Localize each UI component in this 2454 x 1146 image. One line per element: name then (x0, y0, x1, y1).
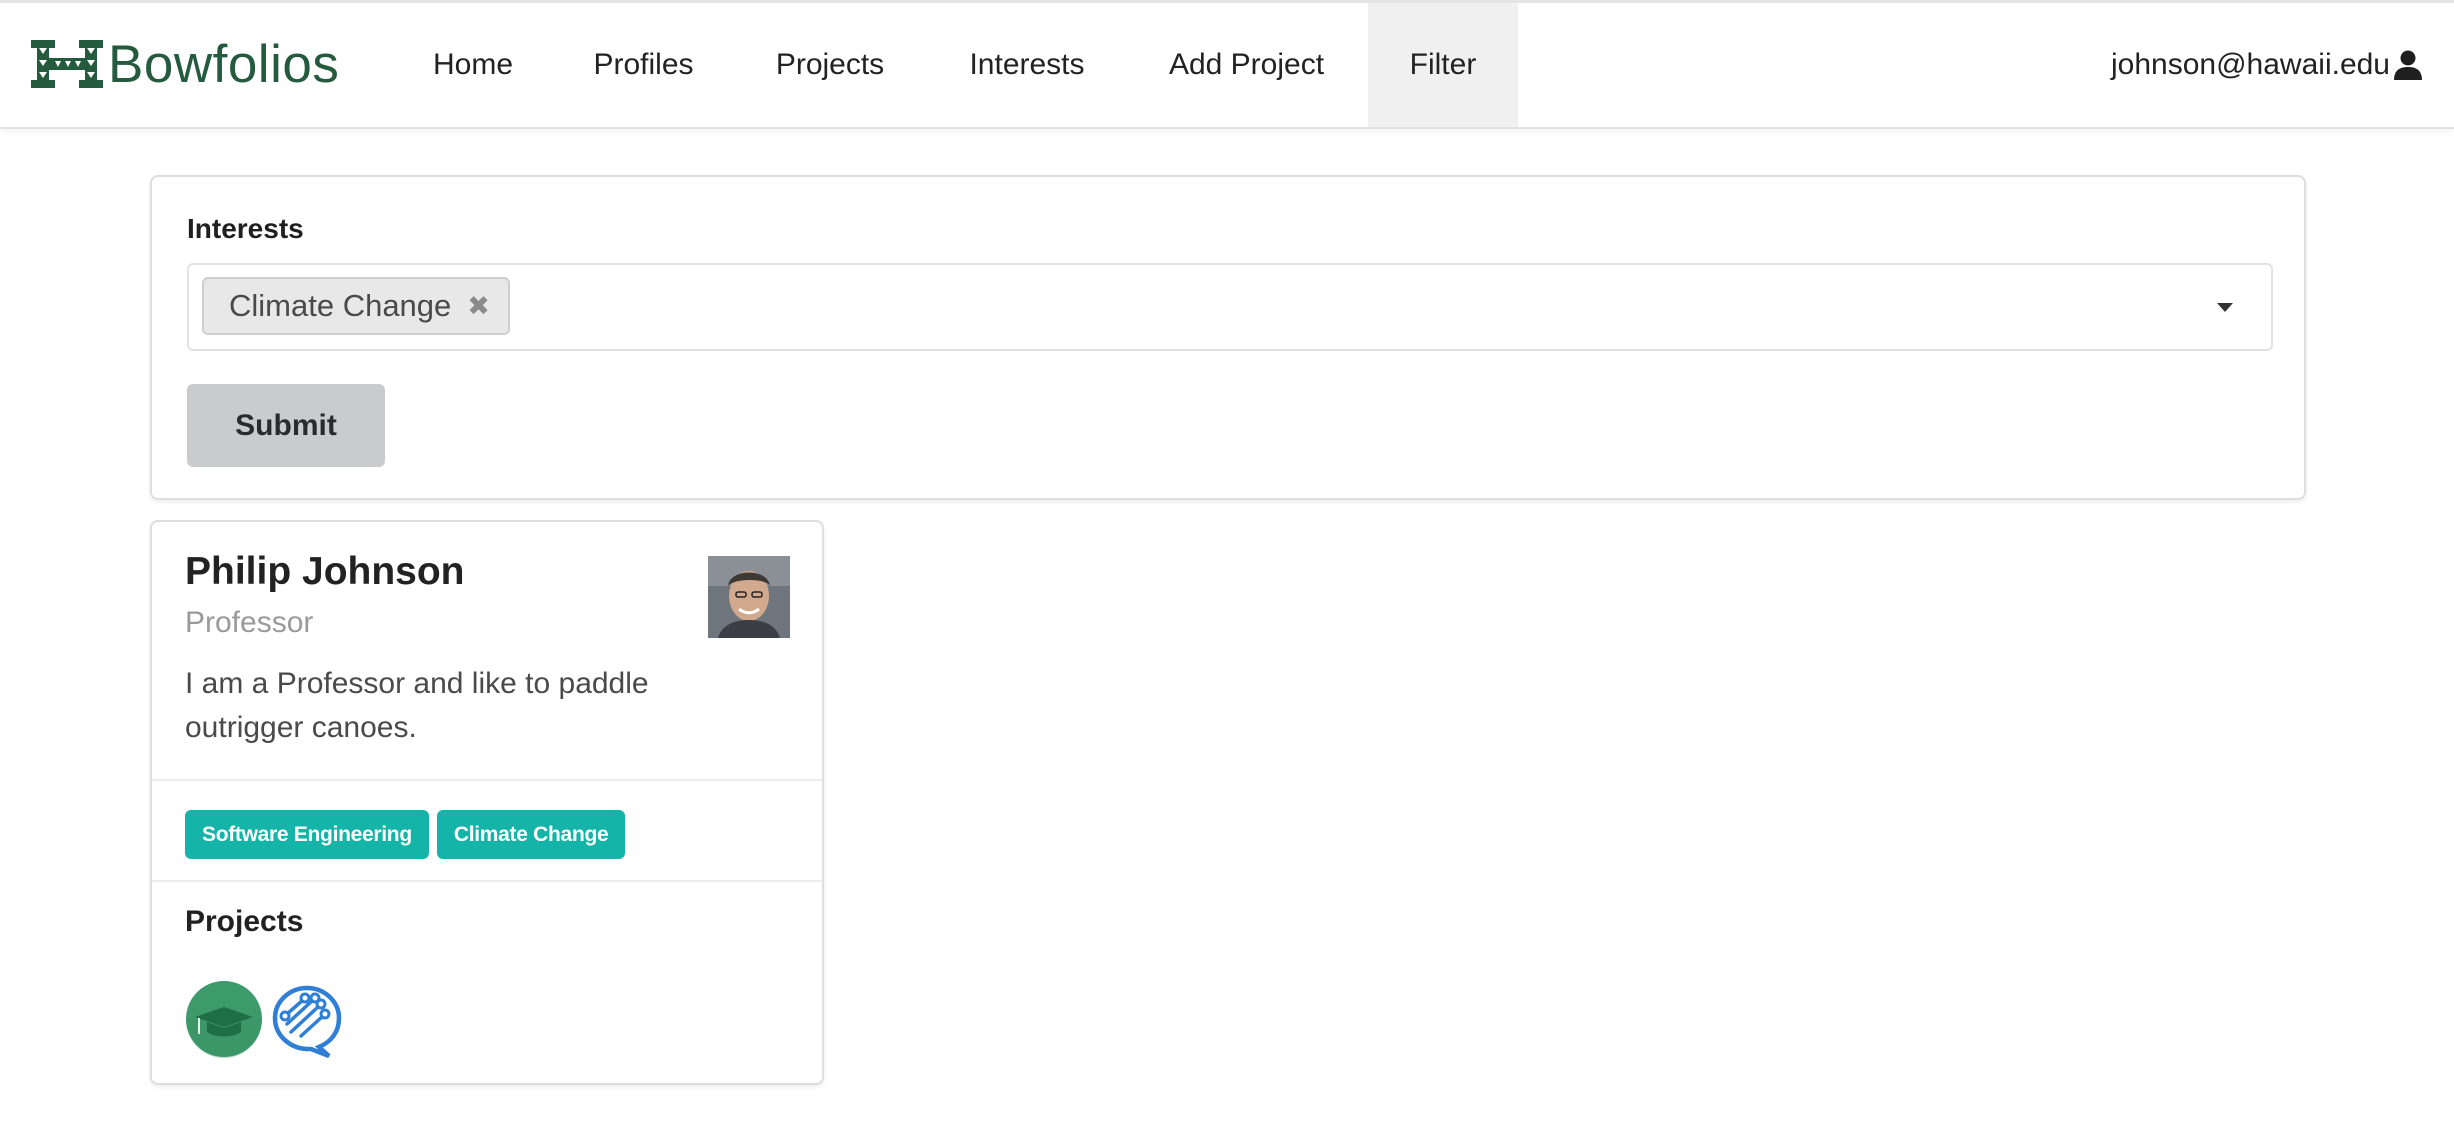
user-icon (2394, 50, 2422, 80)
nav-filter[interactable]: Filter (1368, 3, 1518, 127)
brand-link[interactable]: Bowfolios (28, 31, 339, 97)
graduation-cap-project-icon[interactable] (185, 980, 263, 1058)
nav-add-project[interactable]: Add Project (1139, 3, 1354, 127)
dropdown-caret-icon[interactable] (2217, 303, 2233, 312)
nav-projects[interactable]: Projects (745, 3, 915, 127)
profile-card: Philip Johnson Professor I am a Professo… (150, 520, 824, 1085)
submit-button[interactable]: Submit (187, 384, 385, 467)
interests-label: Interests (187, 213, 304, 244)
interest-tags: Software Engineering Climate Change (185, 810, 626, 859)
selected-interest-chip: Climate Change ✖ (202, 277, 510, 335)
nav-home[interactable]: Home (404, 3, 542, 127)
chip-label: Climate Change (229, 288, 452, 323)
nav-interests[interactable]: Interests (942, 3, 1112, 127)
circuit-chat-project-icon[interactable] (267, 980, 345, 1058)
remove-chip-icon[interactable]: ✖ (467, 291, 490, 322)
avatar (708, 556, 790, 638)
interests-multiselect[interactable]: Climate Change ✖ (187, 263, 2273, 351)
uh-logo-icon (31, 40, 103, 88)
interest-tag[interactable]: Software Engineering (185, 810, 429, 859)
profile-bio: I am a Professor and like to paddle outr… (185, 667, 649, 744)
projects-heading: Projects (185, 905, 304, 938)
nav-profiles[interactable]: Profiles (569, 3, 718, 127)
interest-tag[interactable]: Climate Change (436, 810, 626, 859)
profile-name: Philip Johnson (185, 550, 465, 593)
project-icons (185, 980, 345, 1058)
top-navbar: Bowfolios Home Profiles Projects Interes… (0, 0, 2454, 129)
brand-name: Bowfolios (108, 34, 340, 94)
user-email: johnson@hawaii.edu (2111, 48, 2390, 81)
profile-title: Professor (185, 606, 314, 639)
filter-form: Interests Climate Change ✖ Submit (150, 175, 2306, 500)
divider (152, 880, 822, 882)
divider (152, 779, 822, 781)
user-menu[interactable]: johnson@hawaii.edu (2111, 3, 2424, 127)
